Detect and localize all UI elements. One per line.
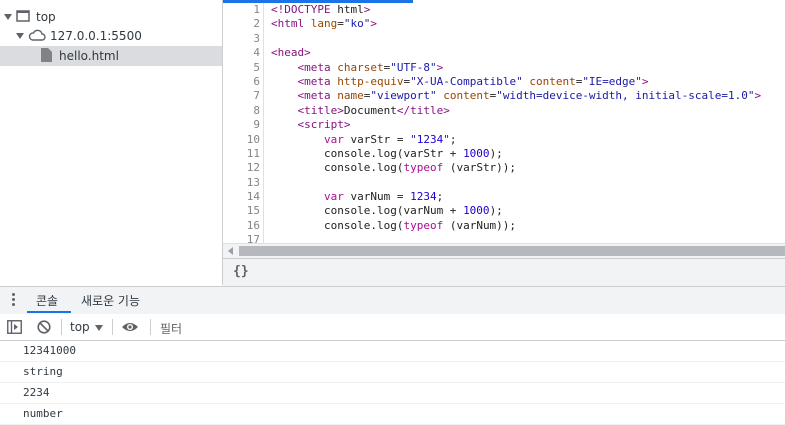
tree-item-label: 127.0.0.1:5500 (50, 29, 142, 43)
code-editor[interactable]: 1 2 3 4 5 6 7 8 9 10 11 12 13 14 15 16 1… (223, 0, 785, 286)
tab-whats-new[interactable]: 새로운 기능 (81, 292, 140, 309)
more-options-icon[interactable] (12, 293, 16, 308)
console-message: number (0, 404, 785, 425)
tree-item-file[interactable]: hello.html (0, 46, 222, 66)
line-number: 15 (246, 204, 260, 218)
dropdown-arrow-icon[interactable] (95, 325, 103, 331)
code-line[interactable]: console.log(varStr + 1000); (271, 147, 781, 161)
sources-panel: top 127.0.0.1:5500 hello.html 1 2 3 4 5 … (0, 0, 785, 286)
line-number: 9 (253, 118, 260, 132)
line-number: 4 (253, 46, 260, 60)
line-number: 11 (246, 146, 260, 160)
code-lines[interactable]: <!DOCTYPE html> <html lang="ko"> <head> <… (271, 3, 781, 243)
line-number-gutter: 1 2 3 4 5 6 7 8 9 10 11 12 13 14 15 16 1… (223, 3, 264, 243)
scroll-left-icon[interactable] (228, 247, 233, 255)
code-line[interactable]: <!DOCTYPE html> (271, 3, 781, 17)
code-line[interactable]: console.log(typeof (varNum)); (271, 219, 781, 233)
eye-icon[interactable] (121, 319, 139, 338)
line-number: 5 (253, 60, 260, 74)
tree-item-origin[interactable]: 127.0.0.1:5500 (0, 26, 222, 46)
tree-item-label: hello.html (59, 49, 119, 63)
expand-arrow-icon[interactable] (16, 33, 24, 39)
code-line[interactable]: var varNum = 1234; (271, 190, 781, 204)
code-line[interactable]: <html lang="ko"> (271, 17, 781, 31)
code-line[interactable] (271, 233, 781, 243)
code-line[interactable]: <meta charset="UTF-8"> (271, 61, 781, 75)
line-number: 17 (246, 233, 260, 243)
code-line[interactable]: console.log(varNum + 1000); (271, 204, 781, 218)
frame-icon (16, 9, 30, 25)
tree-item-top[interactable]: top (0, 7, 222, 27)
toolbar-divider (150, 319, 151, 335)
context-selector[interactable]: top (70, 320, 90, 334)
sidebar-toggle-icon[interactable] (7, 319, 22, 338)
console-message: string (0, 362, 785, 383)
scrollbar-thumb[interactable] (239, 246, 785, 256)
editor-footer: {} (223, 258, 785, 286)
tab-console[interactable]: 콘솔 (36, 292, 58, 309)
code-line[interactable] (271, 32, 781, 46)
line-number: 8 (253, 103, 260, 117)
line-number: 3 (253, 31, 260, 45)
horizontal-scrollbar[interactable] (223, 243, 785, 258)
drawer-tab-bar: 콘솔 새로운 기능 (0, 286, 785, 315)
toolbar-divider (61, 319, 62, 335)
line-number: 13 (246, 175, 260, 189)
line-number: 6 (253, 74, 260, 88)
cloud-icon (28, 29, 46, 44)
file-icon (41, 47, 52, 65)
expand-arrow-icon[interactable] (4, 14, 12, 20)
line-number: 14 (246, 190, 260, 204)
line-number: 1 (253, 3, 260, 16)
tree-item-label: top (36, 10, 56, 24)
filter-input[interactable]: 필터 (160, 320, 182, 337)
line-number: 10 (246, 132, 260, 146)
line-number: 7 (253, 89, 260, 103)
file-navigator: top 127.0.0.1:5500 hello.html (0, 0, 223, 285)
console-messages: 12341000 string 2234 number (0, 341, 785, 425)
code-line[interactable]: <meta name="viewport" content="width=dev… (271, 89, 781, 103)
code-line[interactable]: <title>Document</title> (271, 104, 781, 118)
code-line[interactable]: <head> (271, 46, 781, 60)
code-line[interactable] (271, 176, 781, 190)
console-toolbar: top 필터 (0, 314, 785, 341)
clear-console-icon[interactable] (37, 319, 51, 338)
active-tab-underline (27, 311, 71, 313)
pretty-print-button[interactable]: {} (233, 264, 249, 279)
console-message: 2234 (0, 383, 785, 404)
code-line[interactable]: <script> (271, 118, 781, 132)
line-number: 12 (246, 161, 260, 175)
toolbar-divider (112, 319, 113, 335)
line-number: 2 (253, 17, 260, 31)
console-message: 12341000 (0, 341, 785, 362)
code-line[interactable]: <meta http-equiv="X-UA-Compatible" conte… (271, 75, 781, 89)
code-line[interactable]: console.log(typeof (varStr)); (271, 161, 781, 175)
code-line[interactable]: var varStr = "1234"; (271, 133, 781, 147)
line-number: 16 (246, 218, 260, 232)
